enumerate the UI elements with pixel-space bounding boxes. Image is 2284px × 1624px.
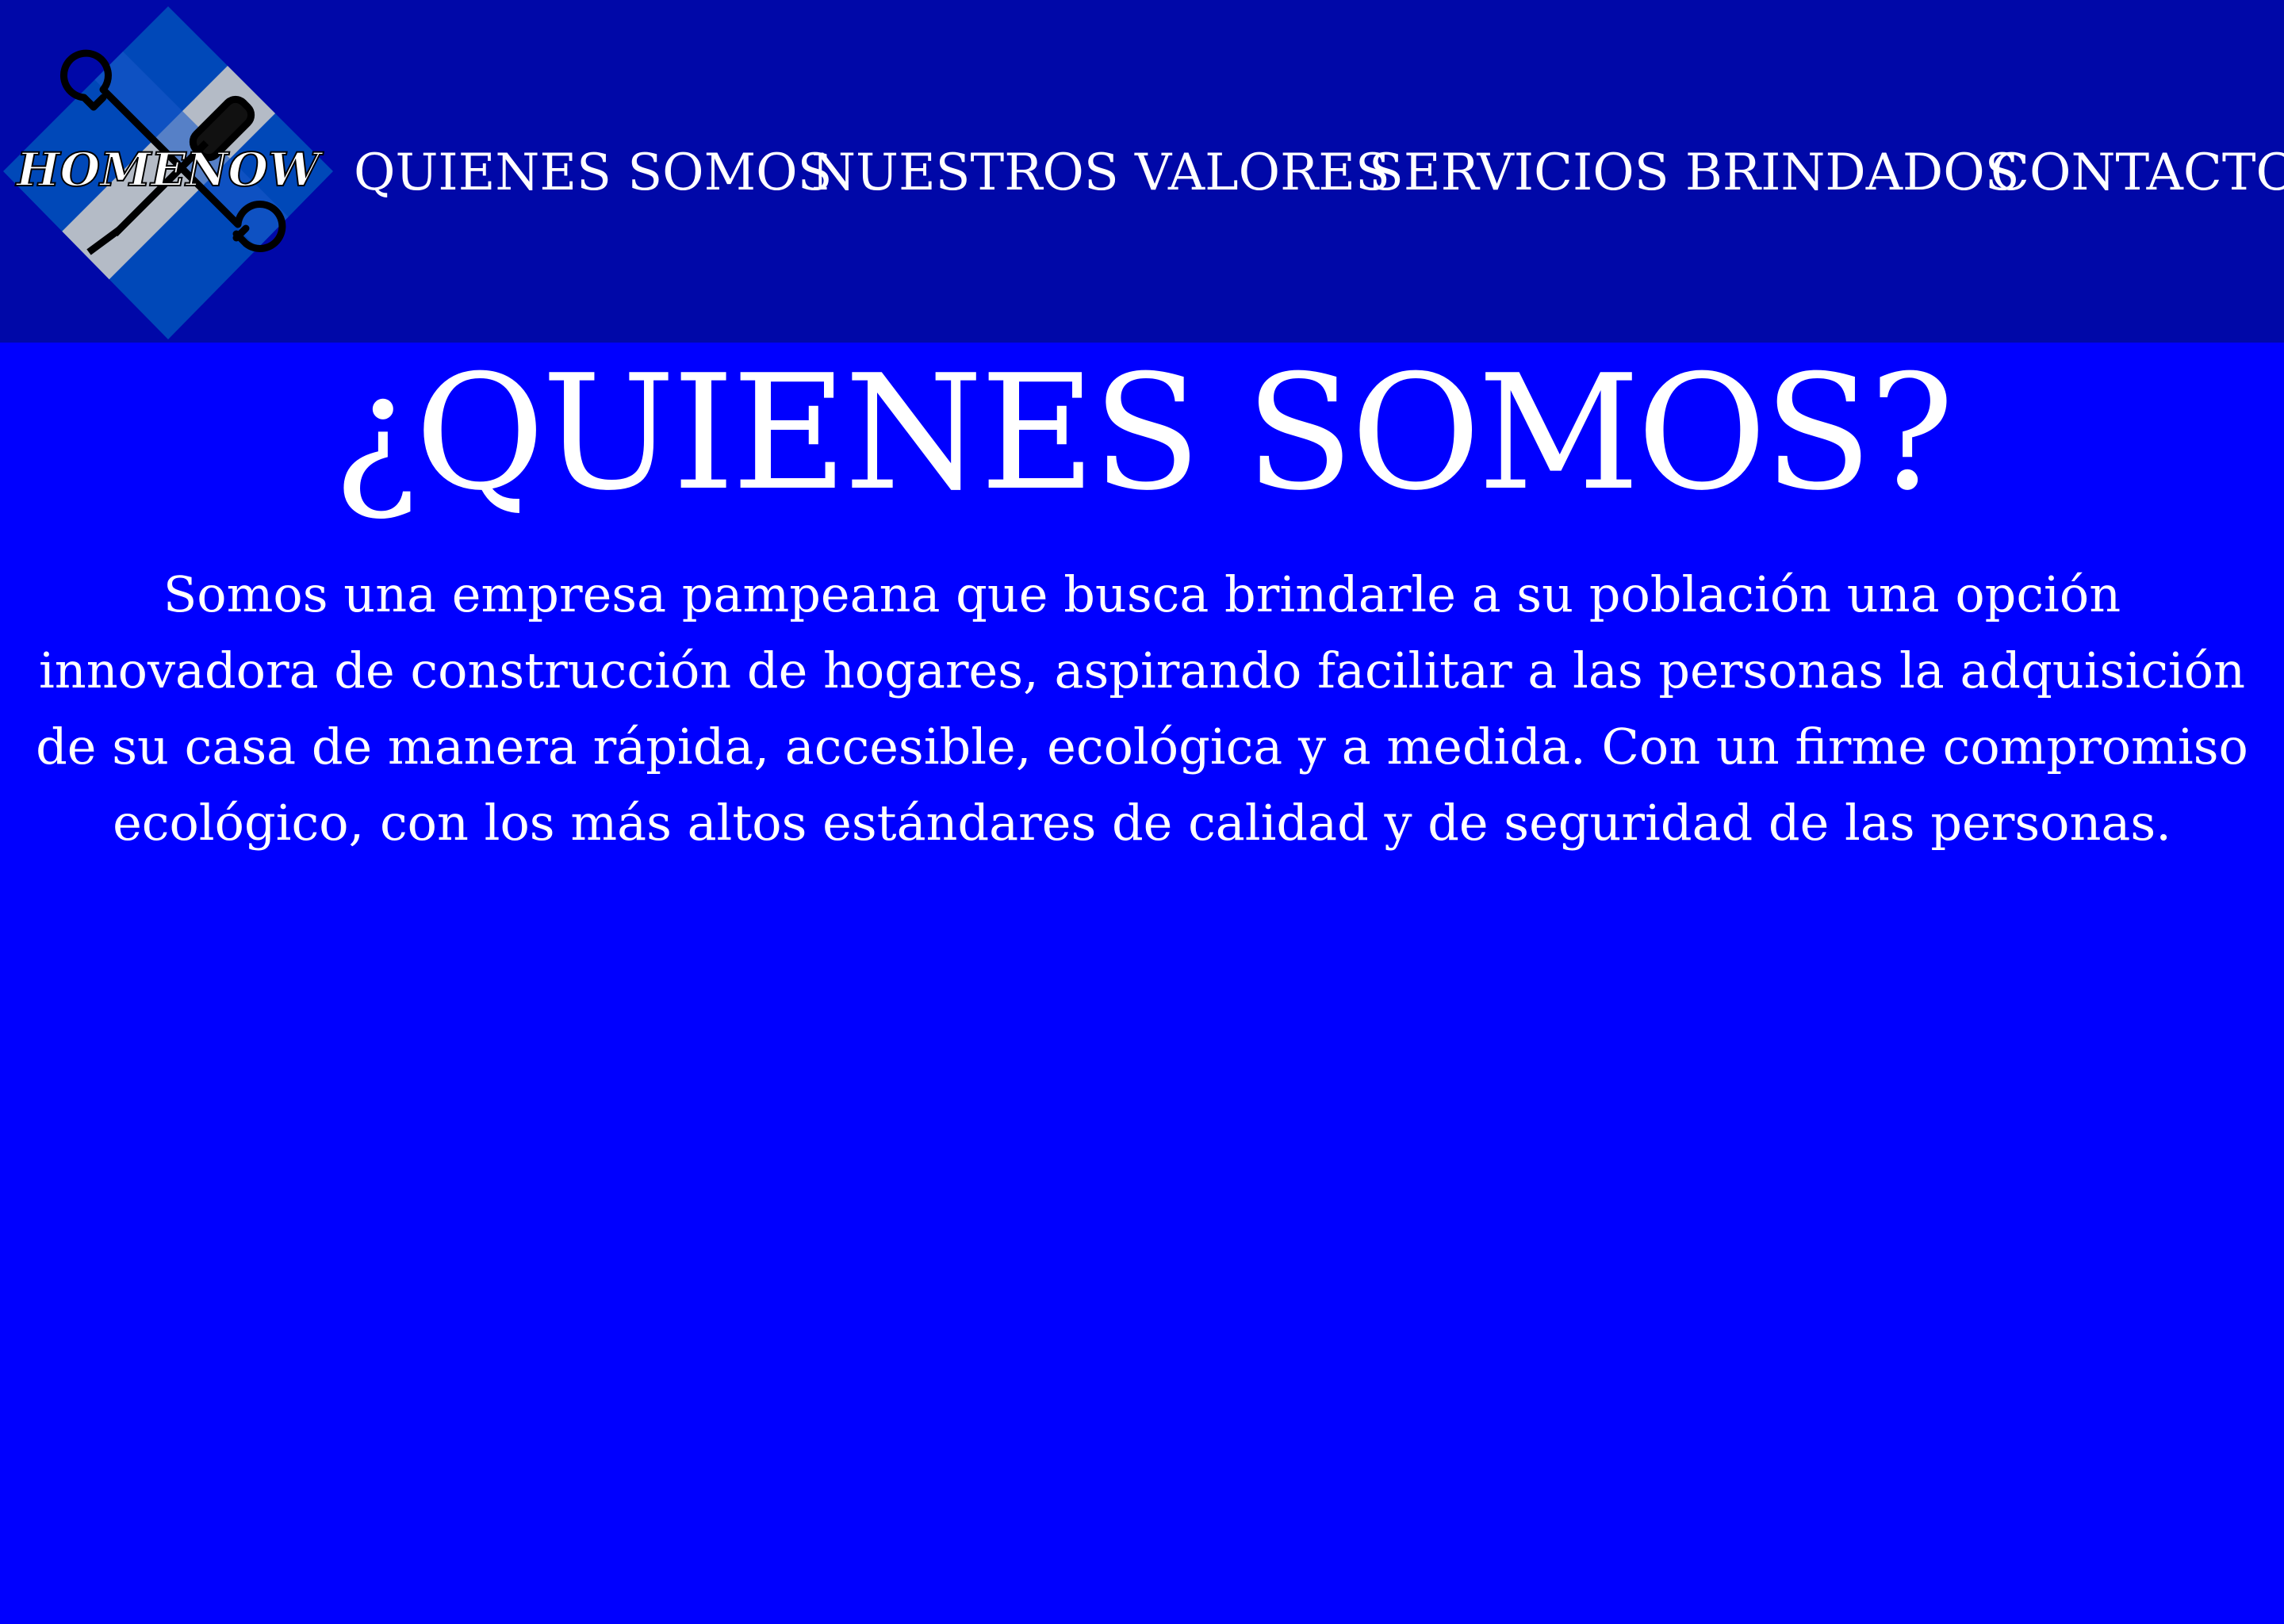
intro-paragraph: Somos una empresa pampeana que busca bri… [36,565,2248,852]
nav-quienes-somos[interactable]: QUIENES SOMOS [354,141,832,205]
logo-text: HOMENOW [15,143,324,197]
logo-graphic: HOMENOW [3,6,333,339]
nav-contacto[interactable]: CONTACTO [1991,141,2284,205]
nav-servicios-brindados[interactable]: SERVICIOS BRINDADOS [1369,141,2020,205]
main-content: ¿QUIENES SOMOS? Somos una empresa pampea… [0,343,2284,1624]
page-title: ¿QUIENES SOMOS? [332,341,1954,526]
homenow-logo[interactable]: HOMENOW [0,0,336,343]
site-header: HOMENOW QUIENES SOMOS NUESTROS VALORES S… [0,0,2284,343]
nav-nuestros-valores[interactable]: NUESTROS VALORES [811,141,1390,205]
